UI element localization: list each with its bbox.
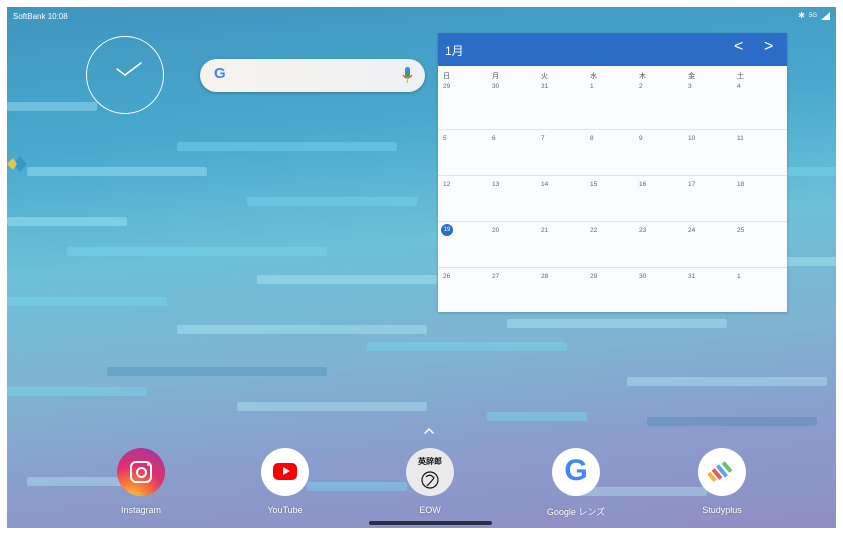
calendar-day[interactable]: 1 [737,273,741,280]
bluetooth-icon: ✱ [798,11,805,20]
eow-character [421,471,439,489]
calendar-day[interactable]: 16 [639,181,646,188]
calendar-day[interactable]: 28 [541,273,548,280]
app-google-lens[interactable]: G Google レンズ [528,448,624,518]
calendar-day[interactable]: 8 [590,135,594,142]
youtube-icon [261,448,309,496]
navigation-gesture-handle[interactable] [369,521,492,525]
microphone-icon[interactable] [402,67,413,84]
app-label: YouTube [267,505,303,515]
calendar-day[interactable]: 30 [639,273,646,280]
app-youtube[interactable]: YouTube [237,448,333,515]
wallpaper-streak [7,297,167,306]
app-instagram[interactable]: Instagram [93,448,189,515]
wallpaper-streak [247,197,417,206]
calendar-day[interactable]: 6 [492,135,496,142]
wallpaper-streak [507,319,727,328]
calendar-day[interactable]: 10 [688,135,695,142]
app-studyplus[interactable]: Studyplus [674,448,770,515]
status-icons: ✱ 5G [798,11,830,20]
wallpaper-streak [237,402,427,411]
app-label: Instagram [120,505,162,515]
status-carrier-time: SoftBank 10:08 [13,12,68,21]
calendar-day[interactable]: 22 [590,227,597,234]
chevron-left-icon[interactable]: < [734,38,743,56]
wallpaper-streak [7,217,127,226]
calendar-day[interactable]: 29 [590,273,597,280]
wallpaper-streak [107,367,327,376]
calendar-day[interactable]: 13 [492,181,499,188]
wallpaper-streak [367,342,567,351]
home-screen: SoftBank 10:08 ✱ 5G G 1月 < > 日 月 火 水 木 金… [7,7,836,528]
calendar-day[interactable]: 4 [737,83,741,90]
clock-hands [115,61,142,76]
eow-icon: 英辞郎 [406,448,454,496]
calendar-day[interactable]: 23 [639,227,646,234]
calendar-day[interactable]: 17 [688,181,695,188]
app-drawer-arrow-icon[interactable] [423,424,435,436]
calendar-header: 1月 < > [438,33,787,66]
calendar-day[interactable]: 11 [737,135,744,142]
calendar-day-today[interactable]: 19 [441,224,453,236]
calendar-day[interactable]: 26 [443,273,450,280]
calendar-widget[interactable]: 1月 < > 日 月 火 水 木 金 土 29 30 31 1 2 3 4 5 6 7 8 9 10 11… [438,33,787,312]
chevron-right-icon[interactable]: > [764,38,773,56]
signal-icon [821,11,830,20]
calendar-week-row: 12 13 14 15 16 17 18 [438,175,787,222]
calendar-grid: 日 月 火 水 木 金 土 29 30 31 1 2 3 4 5 6 7 8 9 10 11 12 13 14 1… [438,66,787,312]
analog-clock-widget[interactable] [86,36,164,114]
calendar-day[interactable]: 18 [737,181,744,188]
wallpaper-streak [627,377,827,386]
calendar-day[interactable]: 1 [590,83,594,90]
calendar-day[interactable]: 27 [492,273,499,280]
app-label: Studyplus [702,505,742,515]
calendar-week-row: 29 30 31 1 2 3 4 [438,78,787,124]
calendar-day[interactable]: 12 [443,181,450,188]
app-eow[interactable]: 英辞郎 EOW [382,448,478,515]
calendar-week-row: 19 20 21 22 23 24 25 [438,221,787,268]
pencil-icon [708,461,733,483]
calendar-month-title: 1月 [445,44,464,58]
calendar-day[interactable]: 31 [688,273,695,280]
instagram-icon [117,448,165,496]
app-label: EOW [419,505,441,515]
network-label: 5G [808,12,817,19]
calendar-day[interactable]: 21 [541,227,548,234]
calendar-day[interactable]: 3 [688,83,692,90]
calendar-day[interactable]: 2 [639,83,643,90]
google-letter: G [564,454,588,487]
calendar-day[interactable]: 31 [541,83,548,90]
calendar-day[interactable]: 5 [443,135,447,142]
wallpaper-streak [7,387,147,396]
wallpaper-streak [27,167,207,176]
calendar-day[interactable]: 29 [443,83,450,90]
calendar-day[interactable]: 15 [590,181,597,188]
google-logo-icon: G [214,65,226,82]
calendar-day[interactable]: 20 [492,227,499,234]
studyplus-icon [698,448,746,496]
calendar-week-row: 5 6 7 8 9 10 11 [438,129,787,176]
google-lens-icon: G [552,448,600,496]
google-search-bar[interactable]: G [200,59,425,92]
edge-panel-handle-icon[interactable] [7,152,27,176]
wallpaper-streak [177,142,397,151]
eow-badge: 英辞郎 [418,457,442,466]
wallpaper-streak [647,417,817,426]
calendar-day[interactable]: 9 [639,135,643,142]
wallpaper-streak [487,412,587,421]
wallpaper-streak [257,275,437,284]
status-bar: SoftBank 10:08 ✱ 5G [7,7,836,25]
calendar-day[interactable]: 24 [688,227,695,234]
wallpaper-streak [177,325,427,334]
calendar-day[interactable]: 30 [492,83,499,90]
calendar-day[interactable]: 25 [737,227,744,234]
calendar-week-row: 26 27 28 29 30 31 1 [438,267,787,314]
app-label: Google レンズ [546,507,606,517]
calendar-day[interactable]: 7 [541,135,545,142]
calendar-day[interactable]: 14 [541,181,548,188]
wallpaper-streak [7,102,97,111]
wallpaper-streak [67,247,327,256]
